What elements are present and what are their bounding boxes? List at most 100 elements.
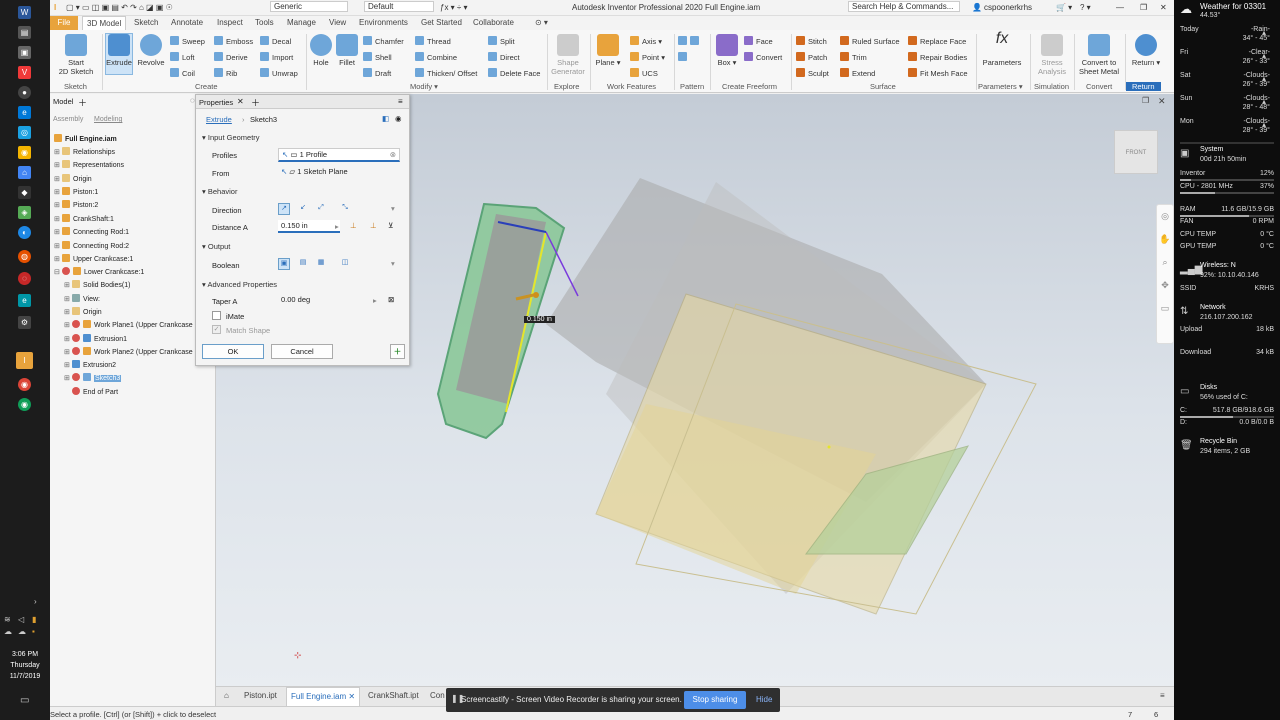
combine-button[interactable]: Combine	[415, 52, 457, 62]
tree-root[interactable]: Full Engine.iam	[54, 134, 117, 143]
look-at-icon[interactable]: ▭	[1157, 303, 1173, 314]
import-button[interactable]: Import	[260, 52, 293, 62]
odoo-icon[interactable]: ◈	[18, 206, 31, 219]
tab-manage[interactable]: Manage	[287, 18, 316, 27]
distance-dimension[interactable]: 0.150 in	[524, 316, 555, 323]
direction-flipped-icon[interactable]: ↙	[297, 203, 309, 215]
vivaldi-icon[interactable]: V	[18, 66, 31, 79]
add-tab-icon[interactable]: ＋	[78, 96, 87, 109]
from-selector[interactable]: ↖ ▱ 1 Sketch Plane	[278, 166, 400, 177]
doc-tab-connecting-rod[interactable]: Con	[430, 691, 445, 700]
ucs-button[interactable]: UCS	[630, 68, 658, 78]
visibility-icon[interactable]: ◉	[395, 114, 402, 123]
orbit-icon[interactable]: ✥	[1157, 280, 1173, 291]
cloud-icon[interactable]: ☁	[4, 627, 12, 636]
distance-input[interactable]: 0.150 in	[278, 220, 340, 233]
cloud2-icon[interactable]: ☁	[18, 627, 26, 636]
return-button[interactable]: Return ▾	[1128, 34, 1164, 67]
hole-button[interactable]: Hole	[309, 34, 333, 67]
unwrap-button[interactable]: Unwrap	[260, 68, 298, 78]
model-tab[interactable]: Model	[53, 97, 73, 106]
tab-inspect[interactable]: Inspect	[217, 18, 243, 27]
match-shape-checkbox[interactable]: ✓	[212, 325, 221, 334]
section-input-geometry[interactable]: ▾ Input Geometry	[202, 133, 260, 142]
zoom-icon[interactable]: ⌕	[1157, 257, 1173, 268]
direction-default-icon[interactable]: ↗	[278, 203, 290, 215]
close-tab-icon[interactable]: ✕	[237, 97, 244, 106]
modeling-tab[interactable]: Modeling	[94, 116, 122, 123]
tab-options-icon[interactable]: ⊙ ▾	[535, 18, 548, 27]
tree-item-extrusion-1[interactable]: ⊞ Extrusion1	[64, 334, 127, 343]
face-button[interactable]: Face	[744, 36, 773, 46]
media-icon[interactable]: ◍	[18, 250, 31, 263]
tree-item-work-plane-2[interactable]: ⊞ Work Plane2 (Upper Crankcase	[64, 347, 193, 356]
arrow-handle[interactable]	[533, 292, 539, 298]
properties-tab[interactable]: Properties	[199, 98, 233, 107]
word-icon[interactable]: W	[18, 6, 31, 19]
start-sketch-button[interactable]: Start 2D Sketch	[56, 34, 96, 76]
hide-button[interactable]: Hide	[756, 695, 772, 704]
imate-checkbox[interactable]	[212, 311, 221, 320]
through-all-icon[interactable]: ⊻	[388, 221, 394, 230]
tree-item-lower-crankcase[interactable]: ⊟ Lower Crankcase:1	[54, 267, 144, 276]
direction-symmetric-icon[interactable]: ⤢	[315, 203, 327, 215]
fit-mesh-face-button[interactable]: Fit Mesh Face	[908, 68, 968, 78]
direction-asymmetric-icon[interactable]: ⤡	[339, 203, 351, 215]
doc-tab-piston[interactable]: Piston.ipt	[244, 691, 277, 700]
tree-item-solid-bodies[interactable]: ⊞ Solid Bodies(1)	[64, 280, 130, 289]
clear-selection-icon[interactable]: ⊗	[390, 150, 396, 159]
taper-option-icon[interactable]: ⊠	[388, 295, 394, 304]
chrome3-icon[interactable]: ◉	[18, 398, 31, 411]
pattern-mirror-icon[interactable]	[678, 52, 690, 62]
section-advanced[interactable]: ▾ Advanced Properties	[202, 280, 277, 289]
extrude-button[interactable]: Extrude	[105, 33, 133, 75]
lock-icon[interactable]: ▪	[32, 627, 35, 636]
edge-icon[interactable]: e	[18, 106, 31, 119]
app-icon[interactable]: ▣	[18, 46, 31, 59]
tabs-menu-icon[interactable]: ≡	[1160, 691, 1165, 700]
sculpt-button[interactable]: Sculpt	[796, 68, 829, 78]
close-button[interactable]: ✕	[1160, 3, 1167, 12]
thread-button[interactable]: Thread	[415, 36, 451, 46]
tab-sketch[interactable]: Sketch	[134, 18, 158, 27]
tab-view[interactable]: View	[329, 18, 346, 27]
revolve-button[interactable]: Revolve	[136, 34, 166, 67]
assembly-tab[interactable]: Assembly	[53, 116, 83, 123]
cart-icon[interactable]: 🛒 ▾	[1056, 3, 1072, 12]
tab-annotate[interactable]: Annotate	[171, 18, 203, 27]
tab-collaborate[interactable]: Collaborate	[473, 18, 514, 27]
dev-icon[interactable]: ●	[18, 86, 31, 99]
cancel-button[interactable]: Cancel	[271, 344, 333, 359]
tree-item-end-of-part[interactable]: End of Part	[72, 387, 118, 396]
delete-face-button[interactable]: Delete Face	[488, 68, 540, 78]
trim-button[interactable]: Trim	[840, 52, 867, 62]
cut-icon[interactable]: ▤	[297, 258, 309, 270]
recycle-title[interactable]: Recycle Bin	[1200, 438, 1237, 445]
chrome-icon[interactable]: ◉	[18, 146, 31, 159]
stitch-button[interactable]: Stitch	[796, 36, 827, 46]
tab-file[interactable]: File	[50, 16, 78, 30]
ppt-icon[interactable]: ▤	[18, 26, 31, 39]
chevron-right-icon[interactable]: ›	[34, 597, 37, 606]
ok-button[interactable]: OK	[202, 344, 264, 359]
style-dropdown[interactable]: Default	[364, 1, 434, 12]
wifi-icon[interactable]: ≋	[4, 615, 11, 624]
stop-sharing-button[interactable]: Stop sharing	[684, 691, 746, 709]
parameters-button[interactable]: fx Parameters	[980, 31, 1024, 68]
pattern-rect-icon[interactable]	[678, 36, 702, 46]
draft-button[interactable]: Draft	[363, 68, 391, 78]
coil-button[interactable]: Coil	[170, 68, 195, 78]
tree-item-view[interactable]: ⊞ View:	[64, 294, 100, 303]
patch-button[interactable]: Patch	[796, 52, 827, 62]
fx-icon[interactable]: ƒx ▾ ÷ ▾	[440, 3, 468, 12]
distance-option-icon[interactable]: ⊥	[350, 221, 357, 230]
extend-button[interactable]: Extend	[840, 68, 875, 78]
taper-dropdown-icon[interactable]: ▸	[373, 296, 377, 305]
quick-access-toolbar[interactable]: ▢ ▾ ▭ ◫ ▣ ▤ ↶ ↷ ⌂ ◪ ▣ ☉	[66, 3, 173, 12]
tree-item-representations[interactable]: ⊞ Representations	[54, 160, 124, 169]
tree-item-sketch3[interactable]: ⊞ Sketch3	[64, 373, 122, 382]
intersect-icon[interactable]: ▦	[315, 258, 327, 270]
to-next-icon[interactable]: ⊥	[370, 221, 377, 230]
user-icon[interactable]: 👤	[972, 3, 982, 12]
doc-tab-full-engine[interactable]: Full Engine.iam ✕	[286, 687, 361, 706]
